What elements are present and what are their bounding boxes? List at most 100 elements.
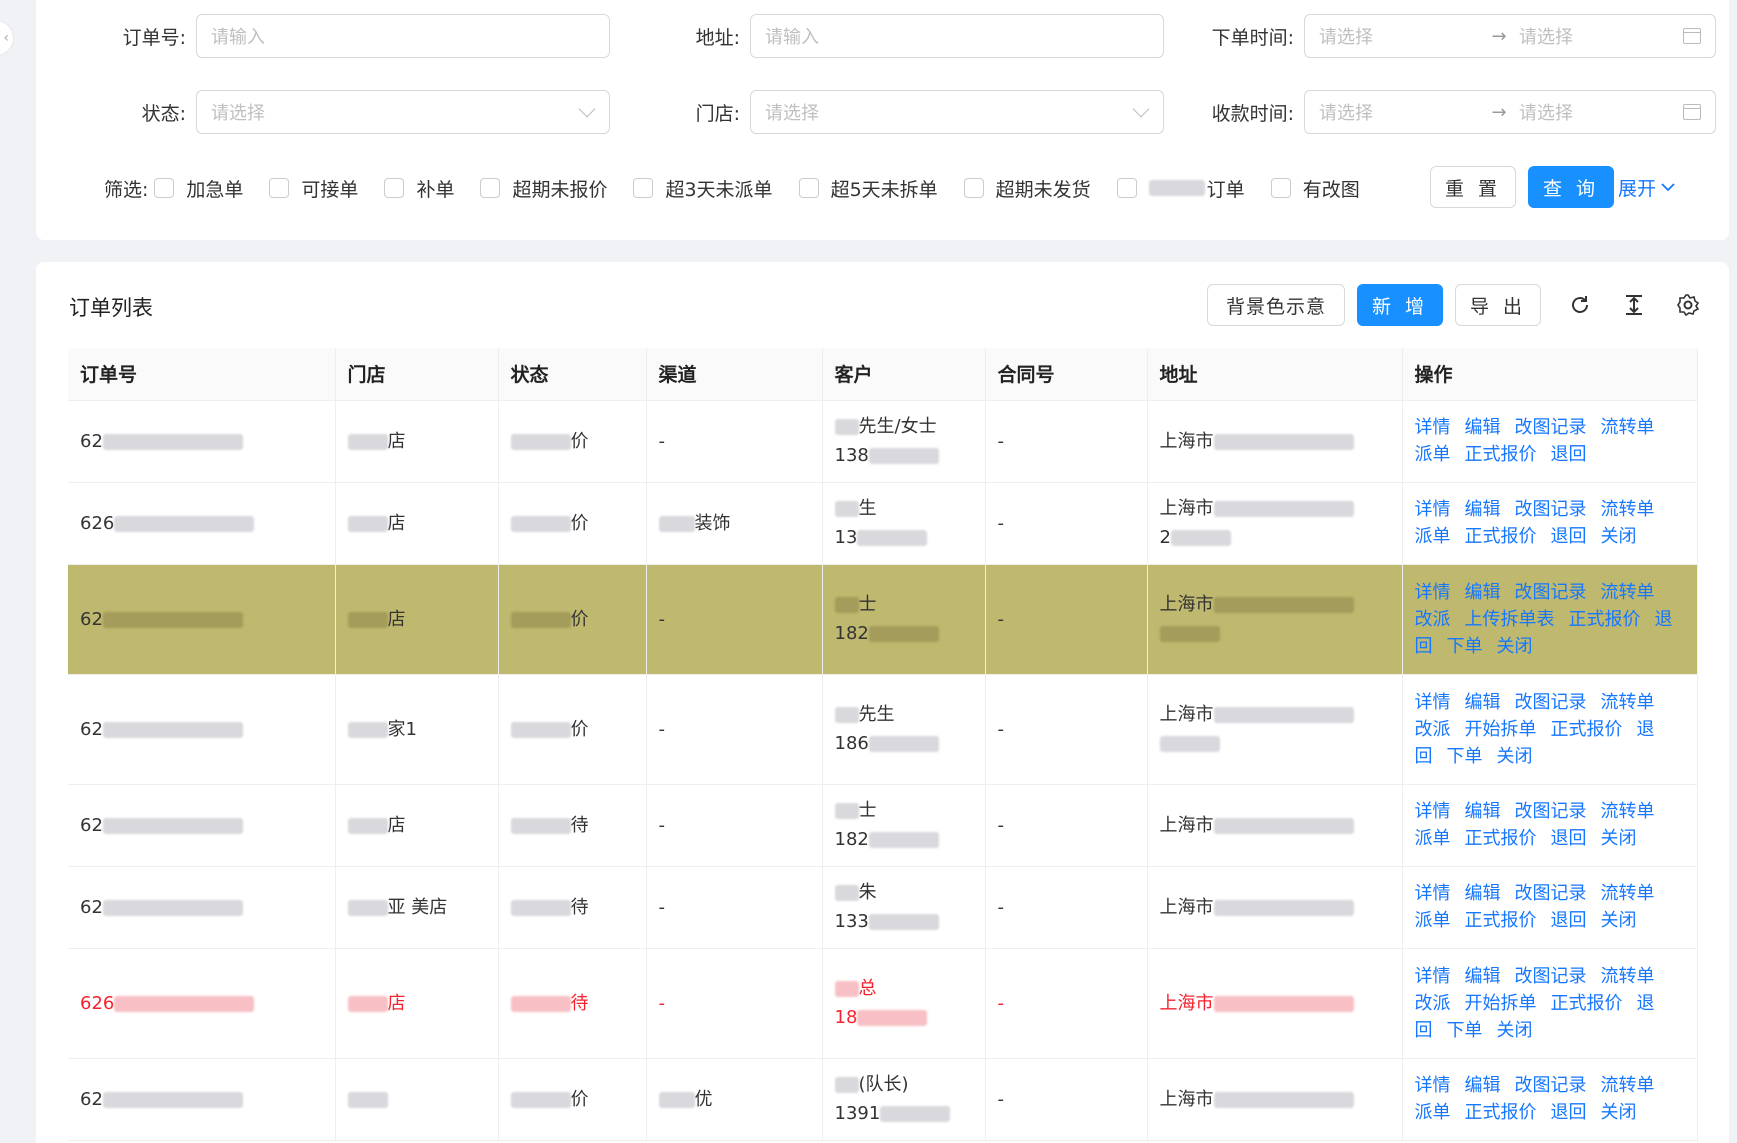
action-link[interactable]: 改图记录 — [1515, 966, 1587, 987]
action-link[interactable]: 关闭 — [1601, 828, 1637, 849]
store-select[interactable]: 请选择 — [750, 90, 1164, 134]
action-link[interactable]: 编辑 — [1465, 966, 1501, 987]
action-link[interactable]: 回 — [1415, 746, 1433, 767]
checkbox-box[interactable] — [633, 178, 654, 198]
action-link[interactable]: 退回 — [1551, 526, 1587, 547]
action-link[interactable]: 派单 — [1415, 526, 1451, 547]
checkbox-5day-split[interactable]: 超5天未拆单 — [798, 175, 938, 202]
action-link[interactable]: 详情 — [1415, 801, 1451, 822]
action-link[interactable]: 编辑 — [1465, 883, 1501, 904]
action-link[interactable]: 正式报价 — [1465, 1102, 1537, 1123]
action-link[interactable]: 正式报价 — [1465, 526, 1537, 547]
action-link[interactable]: 详情 — [1415, 499, 1451, 520]
action-link[interactable]: 流转单 — [1601, 499, 1655, 520]
action-link[interactable]: 下单 — [1447, 1020, 1483, 1041]
settings-gear-icon[interactable] — [1673, 290, 1703, 320]
checkbox-supplement[interactable]: 补单 — [384, 175, 454, 202]
order-no-input[interactable]: 请输入 — [196, 14, 610, 58]
action-link[interactable]: 开始拆单 — [1465, 993, 1537, 1014]
action-link[interactable]: 关闭 — [1601, 526, 1637, 547]
checkbox-box[interactable] — [269, 178, 290, 198]
action-link[interactable]: 详情 — [1415, 692, 1451, 713]
action-link[interactable]: 编辑 — [1465, 692, 1501, 713]
action-link[interactable]: 关闭 — [1497, 1020, 1533, 1041]
action-link[interactable]: 退 — [1637, 719, 1655, 740]
action-link[interactable]: 详情 — [1415, 417, 1451, 438]
action-link[interactable]: 编辑 — [1465, 582, 1501, 603]
action-link[interactable]: 正式报价 — [1551, 993, 1623, 1014]
checkbox-box[interactable] — [963, 178, 984, 198]
action-link[interactable]: 退回 — [1551, 1102, 1587, 1123]
action-link[interactable]: 正式报价 — [1465, 444, 1537, 465]
action-link[interactable]: 改图记录 — [1515, 417, 1587, 438]
action-link[interactable]: 正式报价 — [1465, 910, 1537, 931]
checkbox-box[interactable] — [154, 178, 175, 198]
action-link[interactable]: 流转单 — [1601, 966, 1655, 987]
address-input[interactable]: 请输入 — [750, 14, 1164, 58]
action-link[interactable]: 关闭 — [1497, 636, 1533, 657]
action-link[interactable]: 改派 — [1415, 609, 1451, 630]
order-time-end[interactable]: 请选择 — [1519, 23, 1675, 49]
action-link[interactable]: 改图记录 — [1515, 582, 1587, 603]
checkbox-revised-drawing[interactable]: 有改图 — [1270, 175, 1360, 202]
action-link[interactable]: 退 — [1655, 609, 1673, 630]
action-link[interactable]: 派单 — [1415, 828, 1451, 849]
action-link[interactable]: 改图记录 — [1515, 499, 1587, 520]
checkbox-urgent[interactable]: 加急单 — [154, 175, 243, 202]
pay-time-range[interactable]: 请选择 → 请选择 — [1304, 90, 1716, 134]
action-link[interactable]: 开始拆单 — [1465, 719, 1537, 740]
action-link[interactable]: 流转单 — [1601, 692, 1655, 713]
action-link[interactable]: 编辑 — [1465, 801, 1501, 822]
action-link[interactable]: 改派 — [1415, 993, 1451, 1014]
reset-button[interactable]: 重 置 — [1430, 166, 1516, 208]
checkbox-box[interactable] — [384, 178, 405, 198]
column-height-icon[interactable] — [1619, 290, 1649, 320]
action-link[interactable]: 流转单 — [1601, 582, 1655, 603]
action-link[interactable]: 流转单 — [1601, 417, 1655, 438]
checkbox-box[interactable] — [480, 178, 501, 198]
checkbox-3day-dispatch[interactable]: 超3天未派单 — [633, 175, 773, 202]
action-link[interactable]: 退回 — [1551, 444, 1587, 465]
action-link[interactable]: 下单 — [1447, 636, 1483, 657]
action-link[interactable]: 回 — [1415, 1020, 1433, 1041]
action-link[interactable]: 派单 — [1415, 444, 1451, 465]
pay-time-end[interactable]: 请选择 — [1519, 99, 1675, 125]
query-button[interactable]: 查 询 — [1528, 166, 1614, 208]
order-time-start[interactable]: 请选择 — [1319, 23, 1479, 49]
checkbox-box[interactable] — [1270, 178, 1291, 198]
action-link[interactable]: 改图记录 — [1515, 801, 1587, 822]
action-link[interactable]: 关闭 — [1601, 910, 1637, 931]
action-link[interactable]: 详情 — [1415, 582, 1451, 603]
action-link[interactable]: 详情 — [1415, 966, 1451, 987]
checkbox-overdue-quote[interactable]: 超期未报价 — [480, 175, 607, 202]
checkbox-order[interactable]: 订单 — [1116, 175, 1245, 202]
action-link[interactable]: 详情 — [1415, 1075, 1451, 1096]
action-link[interactable]: 回 — [1415, 636, 1433, 657]
action-link[interactable]: 改图记录 — [1515, 1075, 1587, 1096]
action-link[interactable]: 流转单 — [1601, 801, 1655, 822]
expand-toggle[interactable]: 展开 — [1618, 166, 1676, 208]
export-button[interactable]: 导 出 — [1455, 284, 1541, 326]
checkbox-acceptable[interactable]: 可接单 — [269, 175, 358, 202]
action-link[interactable]: 详情 — [1415, 883, 1451, 904]
action-link[interactable]: 退回 — [1551, 828, 1587, 849]
action-link[interactable]: 正式报价 — [1551, 719, 1623, 740]
action-link[interactable]: 退 — [1637, 993, 1655, 1014]
action-link[interactable]: 正式报价 — [1465, 828, 1537, 849]
action-link[interactable]: 改图记录 — [1515, 883, 1587, 904]
action-link[interactable]: 正式报价 — [1569, 609, 1641, 630]
pay-time-start[interactable]: 请选择 — [1319, 99, 1479, 125]
action-link[interactable]: 编辑 — [1465, 499, 1501, 520]
action-link[interactable]: 上传拆单表 — [1465, 609, 1555, 630]
checkbox-overdue-ship[interactable]: 超期未发货 — [963, 175, 1091, 202]
sidebar-collapse-tab[interactable]: ‹ — [0, 20, 14, 56]
action-link[interactable]: 改派 — [1415, 719, 1451, 740]
action-link[interactable]: 流转单 — [1601, 883, 1655, 904]
action-link[interactable]: 下单 — [1447, 746, 1483, 767]
action-link[interactable]: 编辑 — [1465, 1075, 1501, 1096]
bg-legend-button[interactable]: 背景色示意 — [1207, 284, 1345, 326]
refresh-icon[interactable] — [1565, 290, 1595, 320]
action-link[interactable]: 关闭 — [1497, 746, 1533, 767]
status-select[interactable]: 请选择 — [196, 90, 610, 134]
action-link[interactable]: 改图记录 — [1515, 692, 1587, 713]
